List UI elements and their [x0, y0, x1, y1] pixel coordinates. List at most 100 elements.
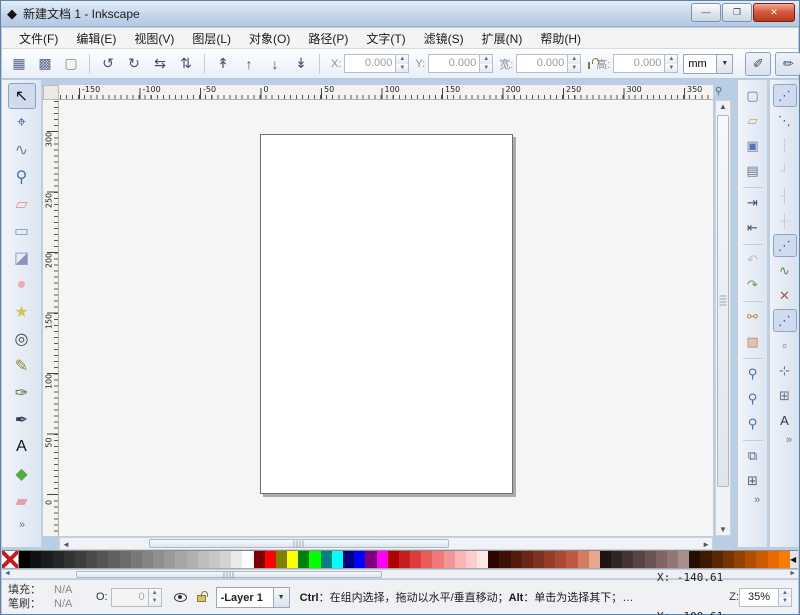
snap-text-baseline-icon[interactable]: A — [773, 409, 797, 432]
palette-swatch[interactable] — [432, 551, 443, 568]
import-icon[interactable]: ⇥ — [741, 191, 765, 214]
menu-text[interactable]: 文字(T) — [357, 28, 414, 49]
bezier-pen-tool-icon[interactable]: ✑ — [8, 380, 36, 406]
palette-swatch[interactable] — [589, 551, 600, 568]
opacity-input[interactable]: 0 — [111, 588, 149, 607]
palette-swatch[interactable] — [522, 551, 533, 568]
pencil-tool-icon[interactable]: ✎ — [8, 353, 36, 379]
snap-bounding-box-icon[interactable]: ⋱ — [773, 109, 797, 132]
lower-to-bottom-icon[interactable]: ↡ — [289, 52, 313, 76]
menu-filters[interactable]: 滤镜(S) — [415, 28, 473, 49]
palette-swatch[interactable] — [231, 551, 242, 568]
redo-icon[interactable]: ↷ — [741, 273, 765, 296]
palette-swatch[interactable] — [276, 551, 287, 568]
palette-swatch[interactable] — [265, 551, 276, 568]
palette-swatch[interactable] — [544, 551, 555, 568]
palette-swatch[interactable] — [153, 551, 164, 568]
palette-swatch[interactable] — [779, 551, 790, 568]
palette-swatch[interactable] — [555, 551, 566, 568]
horizontal-scrollbar[interactable]: ◄ ► — [59, 537, 713, 550]
rectangle-tool-icon[interactable]: ▭ — [8, 218, 36, 244]
raise-to-top-icon[interactable]: ↟ — [211, 52, 235, 76]
width-input[interactable]: 0.000 — [516, 54, 568, 73]
palette-swatch[interactable] — [533, 551, 544, 568]
palette-swatch[interactable] — [131, 551, 142, 568]
snap-path-intersections-icon[interactable]: ✕ — [773, 284, 797, 307]
layer-dropdown-icon[interactable]: ▼ — [274, 587, 290, 608]
palette-swatch[interactable] — [399, 551, 410, 568]
palette-swatch[interactable] — [142, 551, 153, 568]
snap-smooth-nodes-icon[interactable]: ▫ — [773, 334, 797, 357]
horizontal-ruler[interactable]: -150-100-50050100150200250300350 — [59, 85, 713, 100]
palette-swatch[interactable] — [53, 551, 64, 568]
palette-swatch[interactable] — [41, 551, 52, 568]
palette-swatch[interactable] — [444, 551, 455, 568]
palette-swatch[interactable] — [365, 551, 376, 568]
star-tool-icon[interactable]: ★ — [8, 299, 36, 325]
vertical-scroll-thumb[interactable] — [717, 115, 729, 487]
canvas[interactable] — [59, 100, 713, 536]
height-spinner[interactable]: ▲▼ — [665, 54, 678, 73]
selector-tool-icon[interactable]: ↖ — [8, 83, 36, 109]
box-3d-tool-icon[interactable]: ◪ — [8, 245, 36, 271]
x-spinner[interactable]: ▲▼ — [396, 54, 409, 73]
text-tool-icon[interactable]: A — [8, 434, 36, 460]
horizontal-scroll-thumb[interactable] — [149, 539, 449, 548]
zoom-tool-icon[interactable]: ⚲ — [8, 164, 36, 190]
enable-snapping-icon[interactable]: ⋰ — [773, 84, 797, 107]
palette-swatch[interactable] — [611, 551, 622, 568]
scroll-left-icon[interactable]: ◄ — [62, 540, 70, 549]
color-none-swatch[interactable] — [2, 551, 19, 568]
palette-swatch[interactable] — [578, 551, 589, 568]
palette-swatch[interactable] — [488, 551, 499, 568]
calligraphy-tool-icon[interactable]: ✒ — [8, 407, 36, 433]
flip-horizontal-icon[interactable]: ⇆ — [148, 52, 172, 76]
document-page[interactable] — [260, 134, 513, 494]
palette-swatch[interactable] — [287, 551, 298, 568]
width-spinner[interactable]: ▲▼ — [568, 54, 581, 73]
zoom-page-icon[interactable]: ⚲ — [741, 412, 765, 435]
transform-stroke-toggle[interactable]: ✐ — [745, 52, 771, 76]
palette-swatch[interactable] — [86, 551, 97, 568]
x-input[interactable]: 0.000 — [344, 54, 396, 73]
menu-edit[interactable]: 编辑(E) — [67, 28, 125, 49]
palette-swatch[interactable] — [187, 551, 198, 568]
snap-midpoints-icon[interactable]: ⊹ — [773, 359, 797, 382]
palette-swatch[interactable] — [332, 551, 343, 568]
zoom-corner-icon[interactable]: ⚲ — [715, 86, 722, 97]
vertical-ruler[interactable]: 300250200150100500 — [43, 100, 59, 536]
height-input[interactable]: 0.000 — [613, 54, 665, 73]
y-input[interactable]: 0.000 — [428, 54, 480, 73]
print-icon[interactable]: ▤ — [741, 159, 765, 182]
palette-swatch[interactable] — [321, 551, 332, 568]
snap-object-centers-icon[interactable]: ⊞ — [773, 384, 797, 407]
unit-select[interactable]: mm ▼ — [683, 54, 733, 74]
select-all-layers-icon[interactable]: ▩ — [33, 52, 57, 76]
select-all-icon[interactable]: ▦ — [7, 52, 31, 76]
snap-cusp-nodes-icon[interactable]: ⋰ — [773, 309, 797, 332]
snap-bbox-edge-midpoints-icon[interactable]: ┤ — [773, 184, 797, 207]
eraser-tool-icon[interactable]: ▰ — [8, 488, 36, 514]
palette-swatch[interactable] — [354, 551, 365, 568]
export-icon[interactable]: ⇤ — [741, 216, 765, 239]
node-tool-icon[interactable]: ⌖ — [8, 110, 36, 136]
snap-bbox-corners-icon[interactable]: ┘ — [773, 159, 797, 182]
maximize-button[interactable]: ❐ — [722, 3, 752, 22]
palette-swatch[interactable] — [377, 551, 388, 568]
tweak-tool-icon[interactable]: ∿ — [8, 137, 36, 163]
transform-corners-toggle[interactable]: ✏ — [775, 52, 800, 76]
palette-swatch[interactable] — [164, 551, 175, 568]
palette-swatch[interactable] — [30, 551, 41, 568]
palette-swatch[interactable] — [97, 551, 108, 568]
snap-nodes-icon[interactable]: ⋰ — [773, 234, 797, 257]
lower-icon[interactable]: ↓ — [263, 52, 287, 76]
rotate-ccw-icon[interactable]: ↺ — [96, 52, 120, 76]
layer-lock-icon[interactable] — [197, 595, 206, 602]
y-spinner[interactable]: ▲▼ — [480, 54, 493, 73]
palette-swatch[interactable] — [388, 551, 399, 568]
palette-swatch[interactable] — [723, 551, 734, 568]
save-icon[interactable]: ▣ — [741, 134, 765, 157]
layer-visibility-icon[interactable] — [174, 593, 187, 602]
spell-check-icon[interactable]: ⚯ — [741, 305, 765, 328]
ruler-corner[interactable] — [43, 85, 59, 100]
